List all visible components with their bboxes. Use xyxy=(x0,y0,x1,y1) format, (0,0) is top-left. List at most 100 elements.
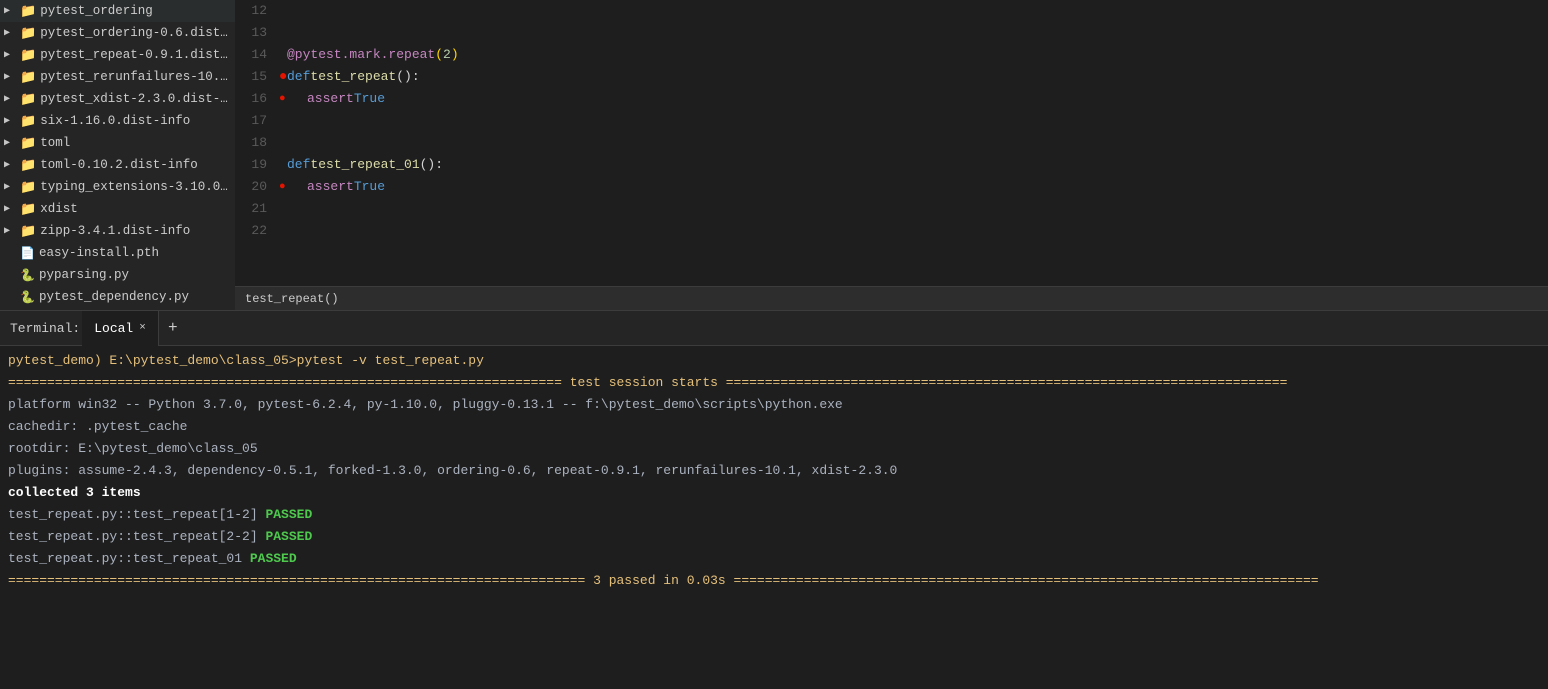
sidebar-item-label: six-1.16.0.dist-info xyxy=(40,114,190,128)
editor-area: ▶📁pytest_ordering▶📁pytest_ordering-0.6.d… xyxy=(0,0,1548,310)
folder-icon: 📁 xyxy=(20,70,36,85)
line-number: 13 xyxy=(235,22,267,44)
main-container: ▶📁pytest_ordering▶📁pytest_ordering-0.6.d… xyxy=(0,0,1548,689)
sidebar-item-label: easy-install.pth xyxy=(39,246,159,260)
folder-icon: 📁 xyxy=(20,224,36,239)
sidebar-item-label: pytest_xdist-2.3.0.dist-info xyxy=(40,92,235,106)
line-number: 12 xyxy=(235,0,267,22)
code-line: @pytest.mark.repeat(2) xyxy=(287,44,1548,66)
sidebar-item-label: pytest_ordering-0.6.dist-info xyxy=(40,26,235,40)
file-icon: 🐍 xyxy=(20,290,35,305)
code-content: 1213141516171819202122 @pytest.mark.repe… xyxy=(235,0,1548,286)
code-line xyxy=(287,198,1548,220)
file-icon: 🐍 xyxy=(20,268,35,283)
terminal-line: ========================================… xyxy=(8,570,1540,592)
breakpoint-icon[interactable]: ● xyxy=(279,176,286,198)
sidebar-item-label: toml xyxy=(40,136,70,150)
sidebar-item[interactable]: ▶📁pytest_xdist-2.3.0.dist-info xyxy=(0,88,235,110)
code-line xyxy=(287,110,1548,132)
breadcrumb: test_repeat() xyxy=(235,286,1548,310)
terminal-line: plugins: assume-2.4.3, dependency-0.5.1,… xyxy=(8,460,1540,482)
folder-icon: 📁 xyxy=(20,136,36,151)
sidebar-item-label: pytest_rerunfailures-10.1.d xyxy=(40,70,235,84)
line-number: 17 xyxy=(235,110,267,132)
terminal-line: rootdir: E:\pytest_demo\class_05 xyxy=(8,438,1540,460)
sidebar-item[interactable]: 🐍 pyparsing.py xyxy=(0,264,235,286)
sidebar-item[interactable]: ▶📁 typing_extensions-3.10.0.0 xyxy=(0,176,235,198)
sidebar-item-label: pyparsing.py xyxy=(39,268,129,282)
sidebar-item[interactable]: ▶📁six-1.16.0.dist-info xyxy=(0,110,235,132)
folder-icon: 📁 xyxy=(20,26,36,41)
terminal-line: test_repeat.py::test_repeat[2-2] PASSED xyxy=(8,526,1540,548)
code-line xyxy=(287,22,1548,44)
line-number: 22 xyxy=(235,220,267,242)
sidebar-item[interactable]: ▶📁 zipp-3.4.1.dist-info xyxy=(0,220,235,242)
terminal-line: test_repeat.py::test_repeat_01 PASSED xyxy=(8,548,1540,570)
breakpoint-icon[interactable]: ● xyxy=(279,88,286,110)
terminal-output[interactable]: pytest_demo) E:\pytest_demo\class_05>pyt… xyxy=(0,346,1548,689)
terminal-label: Terminal: xyxy=(10,321,80,336)
sidebar-item-label: pytest_ordering xyxy=(40,4,153,18)
breadcrumb-text: test_repeat() xyxy=(245,292,339,306)
sidebar-arrow-icon: ▶ xyxy=(4,5,20,17)
sidebar-item-label: typing_extensions-3.10.0.0 xyxy=(40,180,235,194)
terminal-line: ========================================… xyxy=(8,372,1540,394)
file-icon: 📄 xyxy=(20,246,35,261)
breakpoint-icon[interactable]: ● xyxy=(279,66,287,88)
code-lines: @pytest.mark.repeat(2)def test_repeat():… xyxy=(277,0,1548,286)
sidebar-arrow-icon: ▶ xyxy=(4,181,20,193)
line-number: 21 xyxy=(235,198,267,220)
sidebar-item-label: zipp-3.4.1.dist-info xyxy=(40,224,190,238)
terminal-line: cachedir: .pytest_cache xyxy=(8,416,1540,438)
decorator-span: @pytest.mark.repeat xyxy=(287,44,435,66)
code-line: assert True● xyxy=(287,88,1548,110)
sidebar-item[interactable]: ▶📁 toml xyxy=(0,132,235,154)
sidebar-item[interactable]: ▶📁 xdist xyxy=(0,198,235,220)
sidebar-arrow-icon: ▶ xyxy=(4,71,20,83)
sidebar-arrow-icon: ▶ xyxy=(4,137,20,149)
sidebar-item-label: xdist xyxy=(40,202,78,216)
sidebar-arrow-icon: ▶ xyxy=(4,159,20,171)
passed-badge: PASSED xyxy=(265,529,312,544)
folder-icon: 📁 xyxy=(20,4,36,19)
code-line xyxy=(287,0,1548,22)
sidebar-arrow-icon: ▶ xyxy=(4,203,20,215)
sidebar-item[interactable]: ▶📁 pytest_ordering xyxy=(0,0,235,22)
terminal-tab-name: Local xyxy=(94,321,133,336)
sidebar-item[interactable]: ▶📁pytest_repeat-0.9.1.dist-inf xyxy=(0,44,235,66)
sidebar-item[interactable]: 📄 easy-install.pth xyxy=(0,242,235,264)
sidebar-item-label: toml-0.10.2.dist-info xyxy=(40,158,198,172)
line-number: 16 xyxy=(235,88,267,110)
folder-icon: 📁 xyxy=(20,202,36,217)
terminal-line: test_repeat.py::test_repeat[1-2] PASSED xyxy=(8,504,1540,526)
terminal-line: platform win32 -- Python 3.7.0, pytest-6… xyxy=(8,394,1540,416)
terminal-tab-local[interactable]: Local × xyxy=(82,311,159,346)
sidebar-item[interactable]: ▶📁 toml-0.10.2.dist-info xyxy=(0,154,235,176)
sidebar-arrow-icon: ▶ xyxy=(4,115,20,127)
line-number: 15 xyxy=(235,66,267,88)
line-number: 14 xyxy=(235,44,267,66)
code-line: def test_repeat():▶● xyxy=(287,66,1548,88)
terminal-tab-close[interactable]: × xyxy=(139,322,146,334)
sidebar-item[interactable]: ▶📁pytest_ordering-0.6.dist-info xyxy=(0,22,235,44)
terminal-tabs: Terminal: Local × + xyxy=(0,311,1548,346)
sidebar-arrow-icon: ▶ xyxy=(4,225,20,237)
code-line xyxy=(287,220,1548,242)
sidebar-item[interactable]: 🐍 pytest_dependency.py xyxy=(0,286,235,308)
sidebar-item-label: pytest_repeat-0.9.1.dist-inf xyxy=(40,48,235,62)
add-terminal-tab-button[interactable]: + xyxy=(159,314,187,342)
sidebar-item-label: pytest_dependency.py xyxy=(39,290,189,304)
sidebar-item[interactable]: ▶📁 pytest_rerunfailures-10.1.d xyxy=(0,66,235,88)
line-number: 20 xyxy=(235,176,267,198)
code-line xyxy=(287,132,1548,154)
terminal-line: pytest_demo) E:\pytest_demo\class_05>pyt… xyxy=(8,350,1540,372)
folder-icon: 📁 xyxy=(20,158,36,173)
code-panel: 1213141516171819202122 @pytest.mark.repe… xyxy=(235,0,1548,310)
passed-badge: PASSED xyxy=(250,551,297,566)
folder-icon: 📁 xyxy=(20,180,36,195)
line-numbers: 1213141516171819202122 xyxy=(235,0,277,286)
terminal-area: Terminal: Local × + pytest_demo) E:\pyte… xyxy=(0,310,1548,689)
line-number: 19 xyxy=(235,154,267,176)
terminal-line: collected 3 items xyxy=(8,482,1540,504)
sidebar-arrow-icon: ▶ xyxy=(4,93,20,105)
